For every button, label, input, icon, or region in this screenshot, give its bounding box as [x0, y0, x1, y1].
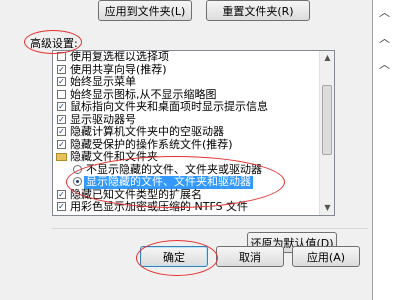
- scroll-down-arrow-icon[interactable]: ▼: [320, 201, 334, 215]
- checkbox[interactable]: ✓: [57, 102, 66, 111]
- chevron-up-icon: ︿: [379, 58, 390, 71]
- background-window-edge: ︿ ︿ ︿: [372, 0, 400, 300]
- checkbox-option[interactable]: ✓ 鼠标指向文件夹和桌面项时显示提示信息: [53, 100, 321, 114]
- checkbox[interactable]: ✓: [57, 114, 66, 124]
- folder-icon: [56, 153, 67, 161]
- radio-option[interactable]: 显示隐藏的文件、文件夹和驱动器: [53, 175, 321, 189]
- checkbox[interactable]: ✓: [57, 64, 66, 74]
- option-label: 使用复选框以选择项: [70, 50, 169, 63]
- folder-options-dialog: 应用到文件夹(L) 重置文件夹(R) 高级设置: 使用复选框以选择项 ✓ 使用共享向…: [0, 0, 372, 300]
- settings-list: 使用复选框以选择项 ✓ 使用共享向导(推荐) ✓ 始终显示菜单 始终显示图标,从不显示缩略…: [53, 51, 321, 214]
- checkbox[interactable]: [57, 89, 66, 99]
- option-label: 始终显示菜单: [70, 75, 136, 88]
- checkbox-option[interactable]: ✓ 始终显示菜单: [53, 75, 321, 89]
- checkbox[interactable]: [57, 52, 66, 61]
- chevron-up-icon: ︿: [379, 6, 390, 19]
- option-label: 鼠标指向文件夹和桌面项时显示提示信息: [70, 100, 268, 113]
- checkbox[interactable]: ✓: [57, 127, 66, 136]
- radio-button[interactable]: [73, 164, 82, 174]
- advanced-settings-label: 高级设置:: [30, 37, 78, 50]
- cancel-button[interactable]: 取消: [216, 246, 284, 267]
- checkbox[interactable]: ✓: [57, 139, 66, 149]
- apply-button[interactable]: 应用(A): [292, 246, 360, 267]
- apply-to-folders-button[interactable]: 应用到文件夹(L): [98, 0, 192, 21]
- selected-option-label: 显示隐藏的文件、文件夹和驱动器: [84, 175, 253, 189]
- option-label: 用彩色显示加密或压缩的 NTFS 文件: [70, 200, 249, 213]
- group-header: 隐藏文件和文件夹: [53, 150, 321, 164]
- option-label: 隐藏计算机文件夹中的空驱动器: [70, 125, 224, 138]
- chevron-up-icon: ︿: [379, 32, 390, 45]
- checkbox[interactable]: ✓: [57, 189, 66, 199]
- scroll-up-arrow-icon[interactable]: ▲: [320, 51, 334, 65]
- separator: [52, 228, 368, 229]
- checkbox-option[interactable]: ✓ 用彩色显示加密或压缩的 NTFS 文件: [53, 200, 321, 214]
- group-label: 隐藏文件和文件夹: [70, 150, 158, 163]
- ok-button[interactable]: 确定: [140, 246, 208, 267]
- checkbox-option[interactable]: ✓ 隐藏计算机文件夹中的空驱动器: [53, 125, 321, 139]
- radio-button[interactable]: [73, 177, 82, 186]
- scroll-thumb[interactable]: [322, 85, 332, 155]
- checkbox[interactable]: ✓: [57, 77, 66, 86]
- advanced-settings-tree[interactable]: 使用复选框以选择项 ✓ 使用共享向导(推荐) ✓ 始终显示菜单 始终显示图标,从不显示缩略…: [52, 50, 335, 216]
- checkbox[interactable]: ✓: [57, 202, 66, 211]
- reset-folders-button[interactable]: 重置文件夹(R): [206, 0, 310, 21]
- vertical-scrollbar[interactable]: ▲ ▼: [319, 51, 334, 215]
- checkbox-option[interactable]: 使用复选框以选择项: [53, 51, 321, 64]
